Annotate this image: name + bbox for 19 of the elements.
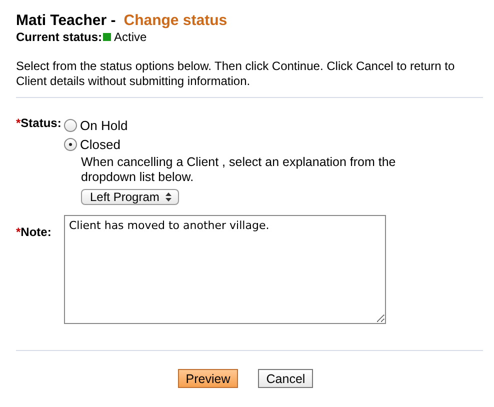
note-label: Note: xyxy=(20,225,52,239)
radio-button[interactable] xyxy=(64,138,77,151)
required-mark: * xyxy=(16,225,21,239)
explanation-text: When cancelling a Client , select an explanation from the dropdown list below. xyxy=(81,155,397,185)
status-label: Status: xyxy=(20,116,62,130)
form-button[interactable]: Preview xyxy=(178,369,238,388)
current-status-label: Current status: xyxy=(16,30,102,44)
note-field[interactable]: Client has moved to another village. xyxy=(64,215,386,324)
form-button[interactable]: Cancel xyxy=(258,369,314,388)
instructions-text: Select from the status options below. Then click Continue. Click Cancel to return to Client details without submitting information. xyxy=(16,59,456,89)
explanation-dropdown[interactable]: Left Program xyxy=(81,189,179,205)
stepper-arrows-icon xyxy=(165,192,172,202)
radio-label[interactable]: Closed xyxy=(80,137,120,152)
radio-label[interactable]: On Hold xyxy=(80,118,128,133)
page-title: Change status xyxy=(124,12,228,29)
current-status-value: Active xyxy=(114,30,147,44)
client-name: Mati Teacher - xyxy=(16,12,116,29)
required-mark: * xyxy=(16,116,21,130)
radio-button[interactable] xyxy=(64,119,77,132)
